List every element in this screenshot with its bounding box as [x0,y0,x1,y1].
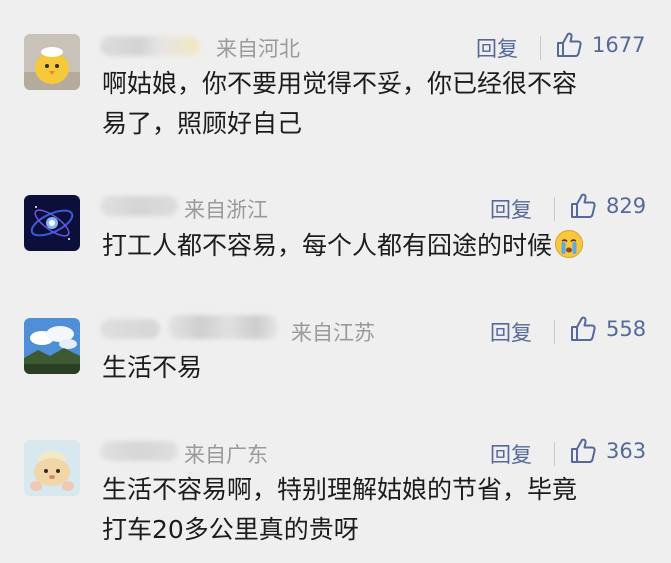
location-label: 来自浙江 [184,198,268,222]
reply-button[interactable]: 回复 [490,194,532,224]
reply-button[interactable]: 回复 [490,439,532,469]
location-label: 来自江苏 [291,321,375,345]
reply-button[interactable]: 回复 [490,317,532,347]
like-count: 1677 [592,33,646,57]
username-blurred[interactable] [168,315,278,339]
divider [554,320,555,344]
user-avatar[interactable] [24,195,80,251]
thumbs-up-icon[interactable] [569,437,597,465]
divider [540,36,541,60]
location-label: 来自河北 [216,37,300,61]
reply-button[interactable]: 回复 [476,33,518,63]
thumbs-up-icon[interactable] [569,315,597,343]
plush-toy-avatar-icon [24,440,80,496]
comment-text: 打工人都不容易，每个人都有囧途的时候 [102,231,553,260]
divider [554,197,555,221]
comment-item: 来自江苏 回复 558 生活不易 [0,300,671,415]
user-avatar[interactable] [24,34,80,90]
thumbs-up-icon[interactable] [569,192,597,220]
location-label: 来自广东 [184,443,268,467]
comment-text-line: 啊姑娘，你不要用觉得不妥，你已经很不容 [102,69,578,98]
like-count: 558 [606,317,647,341]
comment-text-line: 打工人都不容易，每个人都有囧途的时候 [102,226,584,266]
comment-item: 来自河北 回复 1677 啊姑娘，你不要用觉得不妥，你已经很不容 易了，照顾好自… [0,0,671,170]
divider [554,442,555,466]
chick-avatar-icon [24,34,80,90]
comment-item: 来自浙江 回复 829 打工人都不容易，每个人都有囧途的时候 [0,170,671,300]
username-blurred[interactable] [100,196,178,216]
like-count: 363 [606,439,647,463]
comment-text-line: 生活不易 [102,353,203,382]
comment-text-line: 易了，照顾好自己 [102,109,303,138]
thumbs-up-icon[interactable] [555,31,583,59]
sky-landscape-avatar-icon [24,318,80,374]
username-blurred[interactable] [100,319,160,339]
comment-text-line: 打车20多公里真的贵呀 [102,515,359,544]
username-blurred[interactable] [100,441,178,461]
user-avatar[interactable] [24,440,80,496]
comment-item: 来自广东 回复 363 生活不容易啊，特别理解姑娘的节省，毕竟 打车20多公里真… [0,415,671,563]
user-avatar[interactable] [24,318,80,374]
crying-face-emoji-icon [555,230,584,258]
comment-text-line: 生活不容易啊，特别理解姑娘的节省，毕竟 [102,475,578,504]
galaxy-avatar-icon [24,195,80,251]
like-count: 829 [606,194,647,218]
username-blurred[interactable] [100,36,200,56]
